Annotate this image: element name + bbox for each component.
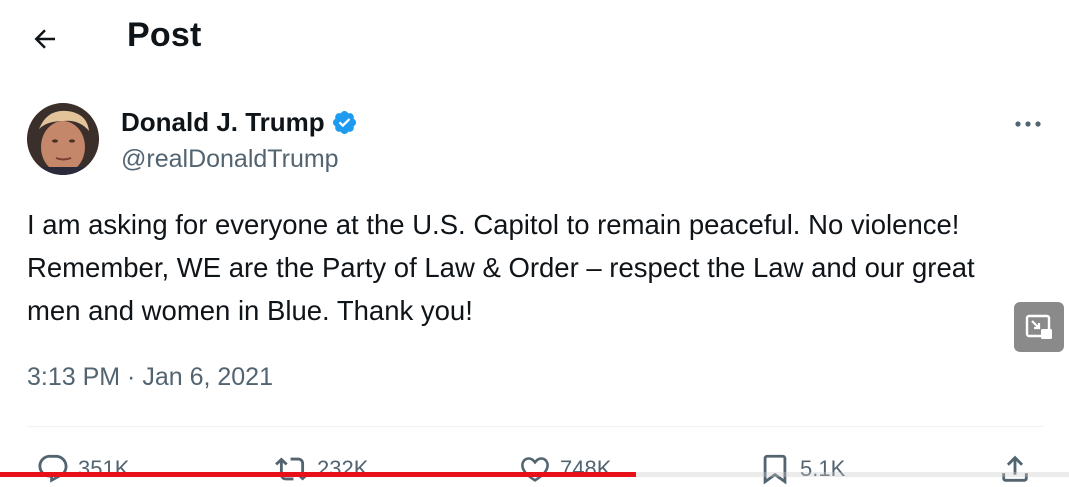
like-count: 748K (560, 456, 612, 481)
reply-button[interactable]: 351K (36, 452, 129, 486)
reply-icon (38, 454, 68, 483)
page-title: Post (127, 16, 202, 54)
avatar[interactable] (27, 103, 99, 175)
avatar-image (27, 103, 99, 175)
share-button[interactable] (998, 452, 1032, 486)
more-dots-icon (1015, 121, 1041, 127)
repost-count: 232K (317, 456, 369, 481)
like-button[interactable]: 748K (518, 452, 611, 486)
picture-in-picture-button[interactable] (1014, 302, 1064, 352)
action-bar: 351K 232K 748K 5.1K (0, 446, 1069, 487)
video-progress-bar[interactable] (0, 472, 1069, 477)
verified-badge-icon[interactable] (331, 109, 358, 136)
author-handle[interactable]: @realDonaldTrump (121, 145, 339, 174)
more-options-button[interactable] (1010, 112, 1046, 136)
divider (27, 426, 1043, 427)
bookmark-count: 5.1K (800, 456, 846, 481)
post-text: I am asking for everyone at the U.S. Cap… (27, 209, 975, 326)
post-timestamp[interactable]: 3:13 PM · Jan 6, 2021 (27, 363, 273, 392)
author-name-row[interactable]: Donald J. Trump (121, 107, 358, 138)
repost-icon (275, 457, 309, 481)
video-progress-fill (0, 472, 637, 477)
share-icon (1002, 455, 1028, 482)
post-header: Post (0, 0, 1069, 80)
reply-count: 351K (78, 456, 130, 481)
heart-icon (521, 457, 549, 482)
arrow-left-icon (34, 29, 55, 49)
bookmark-button[interactable]: 5.1K (758, 452, 845, 486)
picture-in-picture-icon (1025, 314, 1052, 339)
repost-button[interactable]: 232K (275, 452, 368, 486)
back-button[interactable] (28, 22, 62, 56)
bookmark-icon (763, 454, 787, 485)
author-name[interactable]: Donald J. Trump (121, 107, 325, 138)
